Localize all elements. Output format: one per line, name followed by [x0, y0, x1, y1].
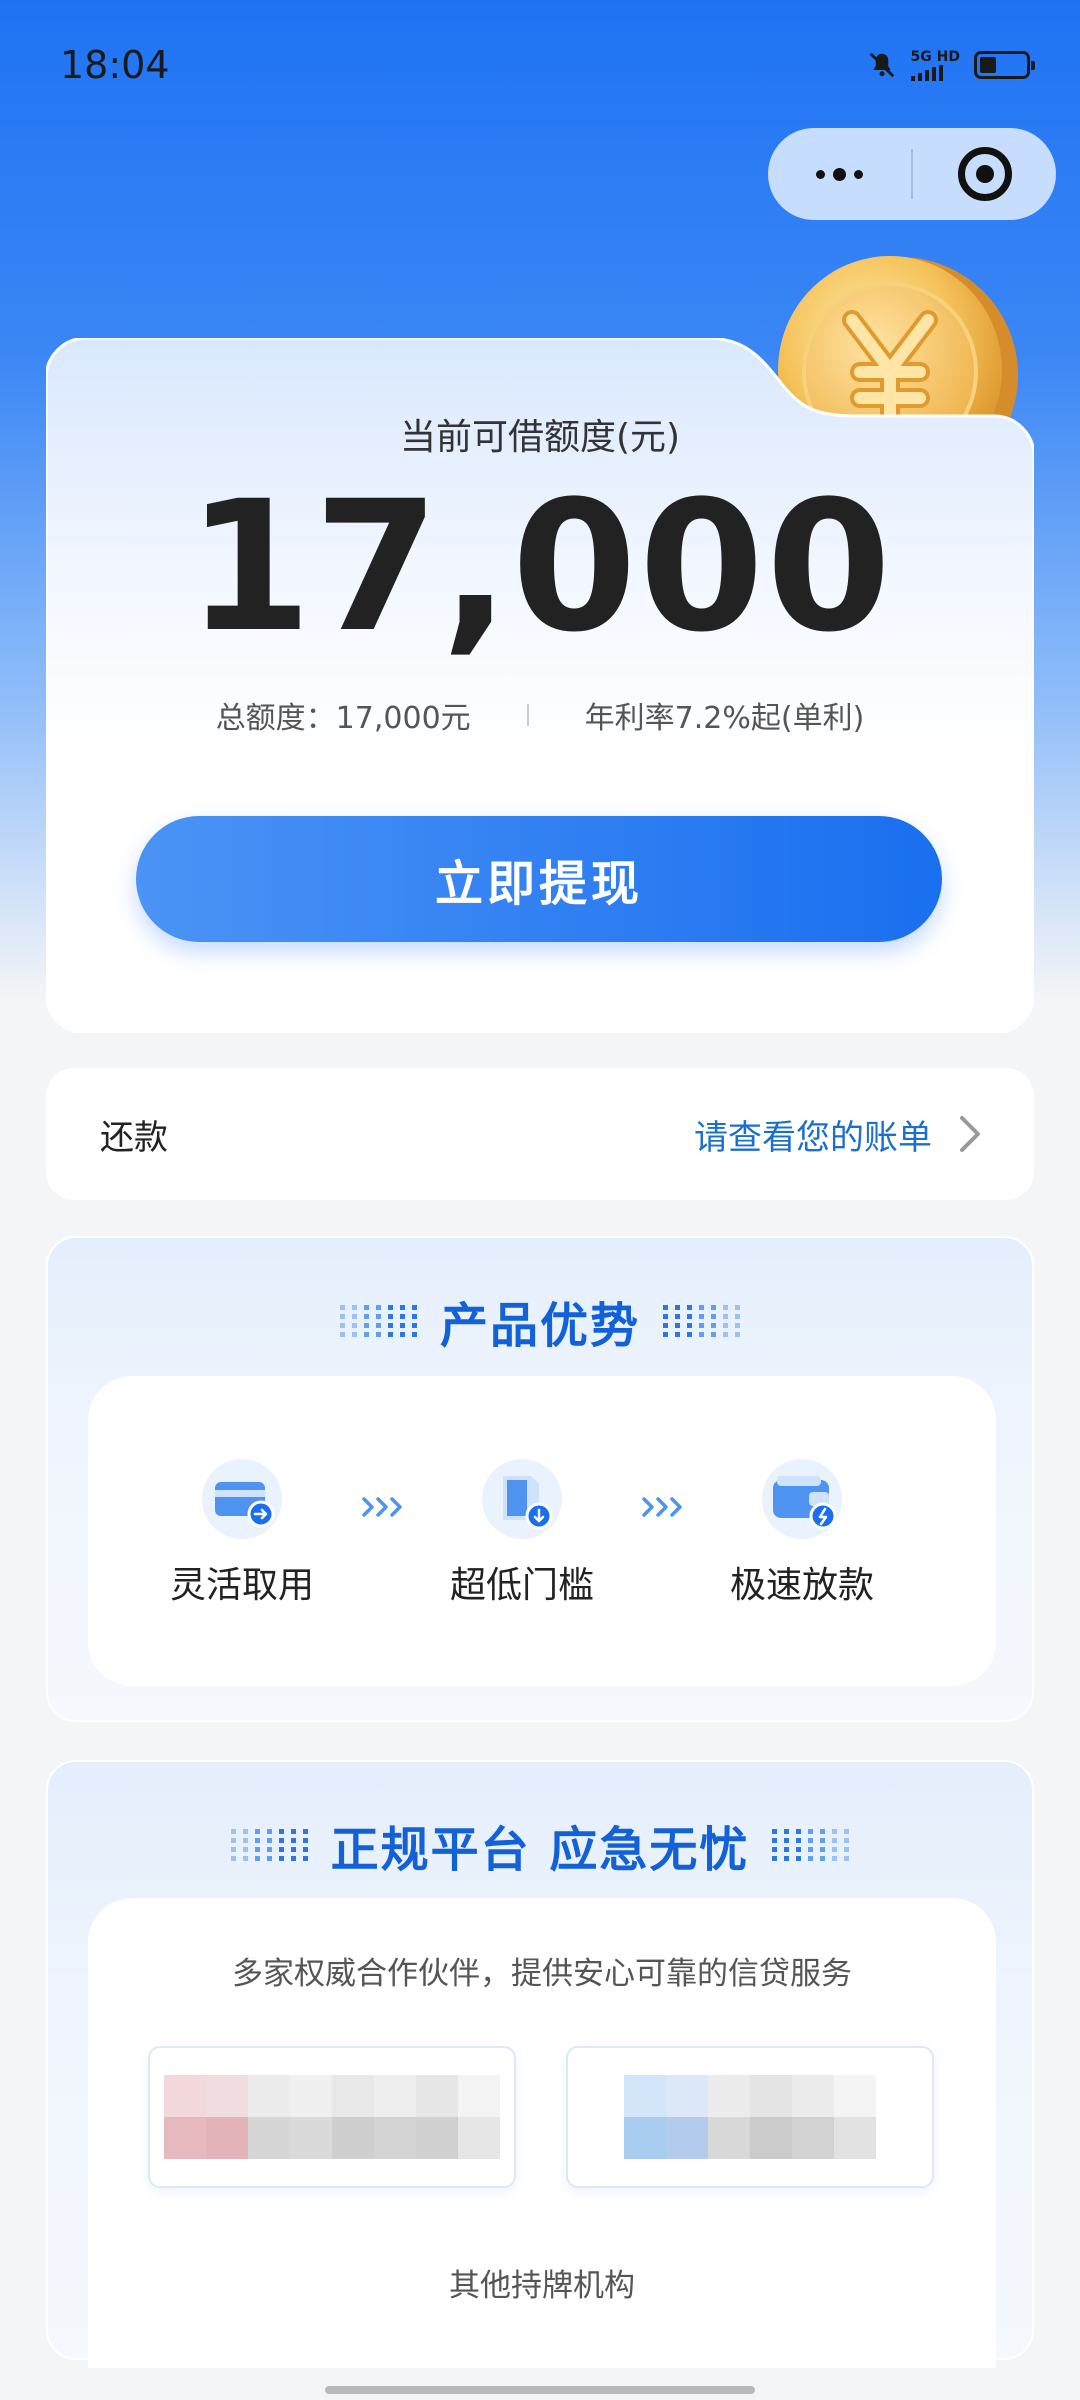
- feature-label: 极速放款: [729, 1565, 874, 1606]
- platform-footer: 其他持牌机构: [449, 2268, 635, 2304]
- close-miniprogram-button[interactable]: [913, 128, 1056, 220]
- bell-muted-icon: [869, 52, 894, 78]
- dot-pattern-right-icon: [772, 1829, 850, 1861]
- battery-icon: [974, 51, 1035, 79]
- view-bill-text: 请查看您的账单: [694, 1117, 932, 1158]
- dot-pattern-left-icon: [339, 1305, 417, 1337]
- platform-title: 正规平台 应急无忧: [330, 1822, 750, 1878]
- chevron-right-icon: [960, 1116, 980, 1152]
- credit-meta: 总额度：17,000元 年利率7.2%起(单利): [46, 690, 1034, 740]
- platform-section: 正规平台 应急无忧 多家权威合作伙伴，提供安心可靠的信贷服务 其他持牌机构: [46, 1760, 1034, 2368]
- feature-low-threshold: 超低门槛: [412, 1454, 632, 1608]
- advantages-title: 产品优势: [439, 1298, 640, 1354]
- advantages-section: 产品优势 灵活取用 超低门槛 极速放款: [46, 1236, 1034, 1722]
- withdraw-button[interactable]: 立即提现: [136, 816, 942, 942]
- credit-amount: 17,000: [186, 463, 894, 672]
- wallet-icon: [762, 1459, 842, 1539]
- home-indicator[interactable]: [325, 2386, 755, 2394]
- more-dots-icon: [816, 167, 863, 181]
- partner-logo-blurred: [566, 2046, 934, 2188]
- triple-chevron-icon: [362, 1497, 402, 1517]
- advantages-inner-card: 灵活取用 超低门槛 极速放款: [88, 1376, 996, 1686]
- feature-label: 超低门槛: [449, 1565, 594, 1606]
- feature-fast-loan: 极速放款: [692, 1454, 912, 1608]
- status-time: 18:04: [60, 43, 170, 87]
- dot-pattern-right-icon: [663, 1305, 740, 1337]
- advantages-title-row: 产品优势: [48, 1286, 1032, 1356]
- card-icon: [202, 1459, 282, 1539]
- credit-card-content: 当前可借额度(元) 17,000 总额度：17,000元 年利率7.2%起(单利…: [46, 338, 1034, 1033]
- platform-inner-card: 多家权威合作伙伴，提供安心可靠的信贷服务 其他持牌机构: [88, 1898, 996, 2368]
- more-button[interactable]: [768, 128, 911, 220]
- interest-rate-label: 年利率7.2%起(单利): [584, 701, 865, 736]
- repay-label: 还款: [100, 1117, 168, 1158]
- partner-logo-blurred: [148, 2046, 516, 2188]
- blurred-logo-image: [582, 2075, 918, 2159]
- credit-title: 当前可借额度(元): [399, 417, 681, 458]
- credit-card: 当前可借额度(元) 17,000 总额度：17,000元 年利率7.2%起(单利…: [46, 338, 1034, 1033]
- target-icon: [957, 147, 1012, 201]
- blurred-logo-image: [164, 2075, 500, 2159]
- dot-pattern-left-icon: [230, 1829, 308, 1861]
- miniprogram-capsule: [768, 128, 1056, 220]
- triple-chevron-icon: [642, 1497, 682, 1517]
- feature-flexible: 灵活取用: [132, 1454, 352, 1608]
- status-bar: 18:04 5G HD: [0, 0, 1080, 130]
- platform-title-row: 正规平台 应急无忧: [48, 1810, 1032, 1880]
- document-icon: [482, 1459, 562, 1539]
- platform-description: 多家权威合作伙伴，提供安心可靠的信贷服务: [232, 1956, 852, 1992]
- network-label: 5G HD: [910, 49, 960, 65]
- status-icons: 5G HD: [867, 49, 1035, 81]
- feature-label: 灵活取用: [169, 1565, 314, 1606]
- network-icon: 5G HD: [910, 49, 960, 81]
- repay-row[interactable]: 还款 请查看您的账单: [46, 1068, 1034, 1200]
- total-credit-label: 总额度：17,000元: [215, 701, 471, 736]
- meta-divider: [526, 704, 529, 726]
- view-bill-link[interactable]: 请查看您的账单: [694, 1110, 984, 1159]
- feature-list: 灵活取用 超低门槛 极速放款: [88, 1376, 996, 1686]
